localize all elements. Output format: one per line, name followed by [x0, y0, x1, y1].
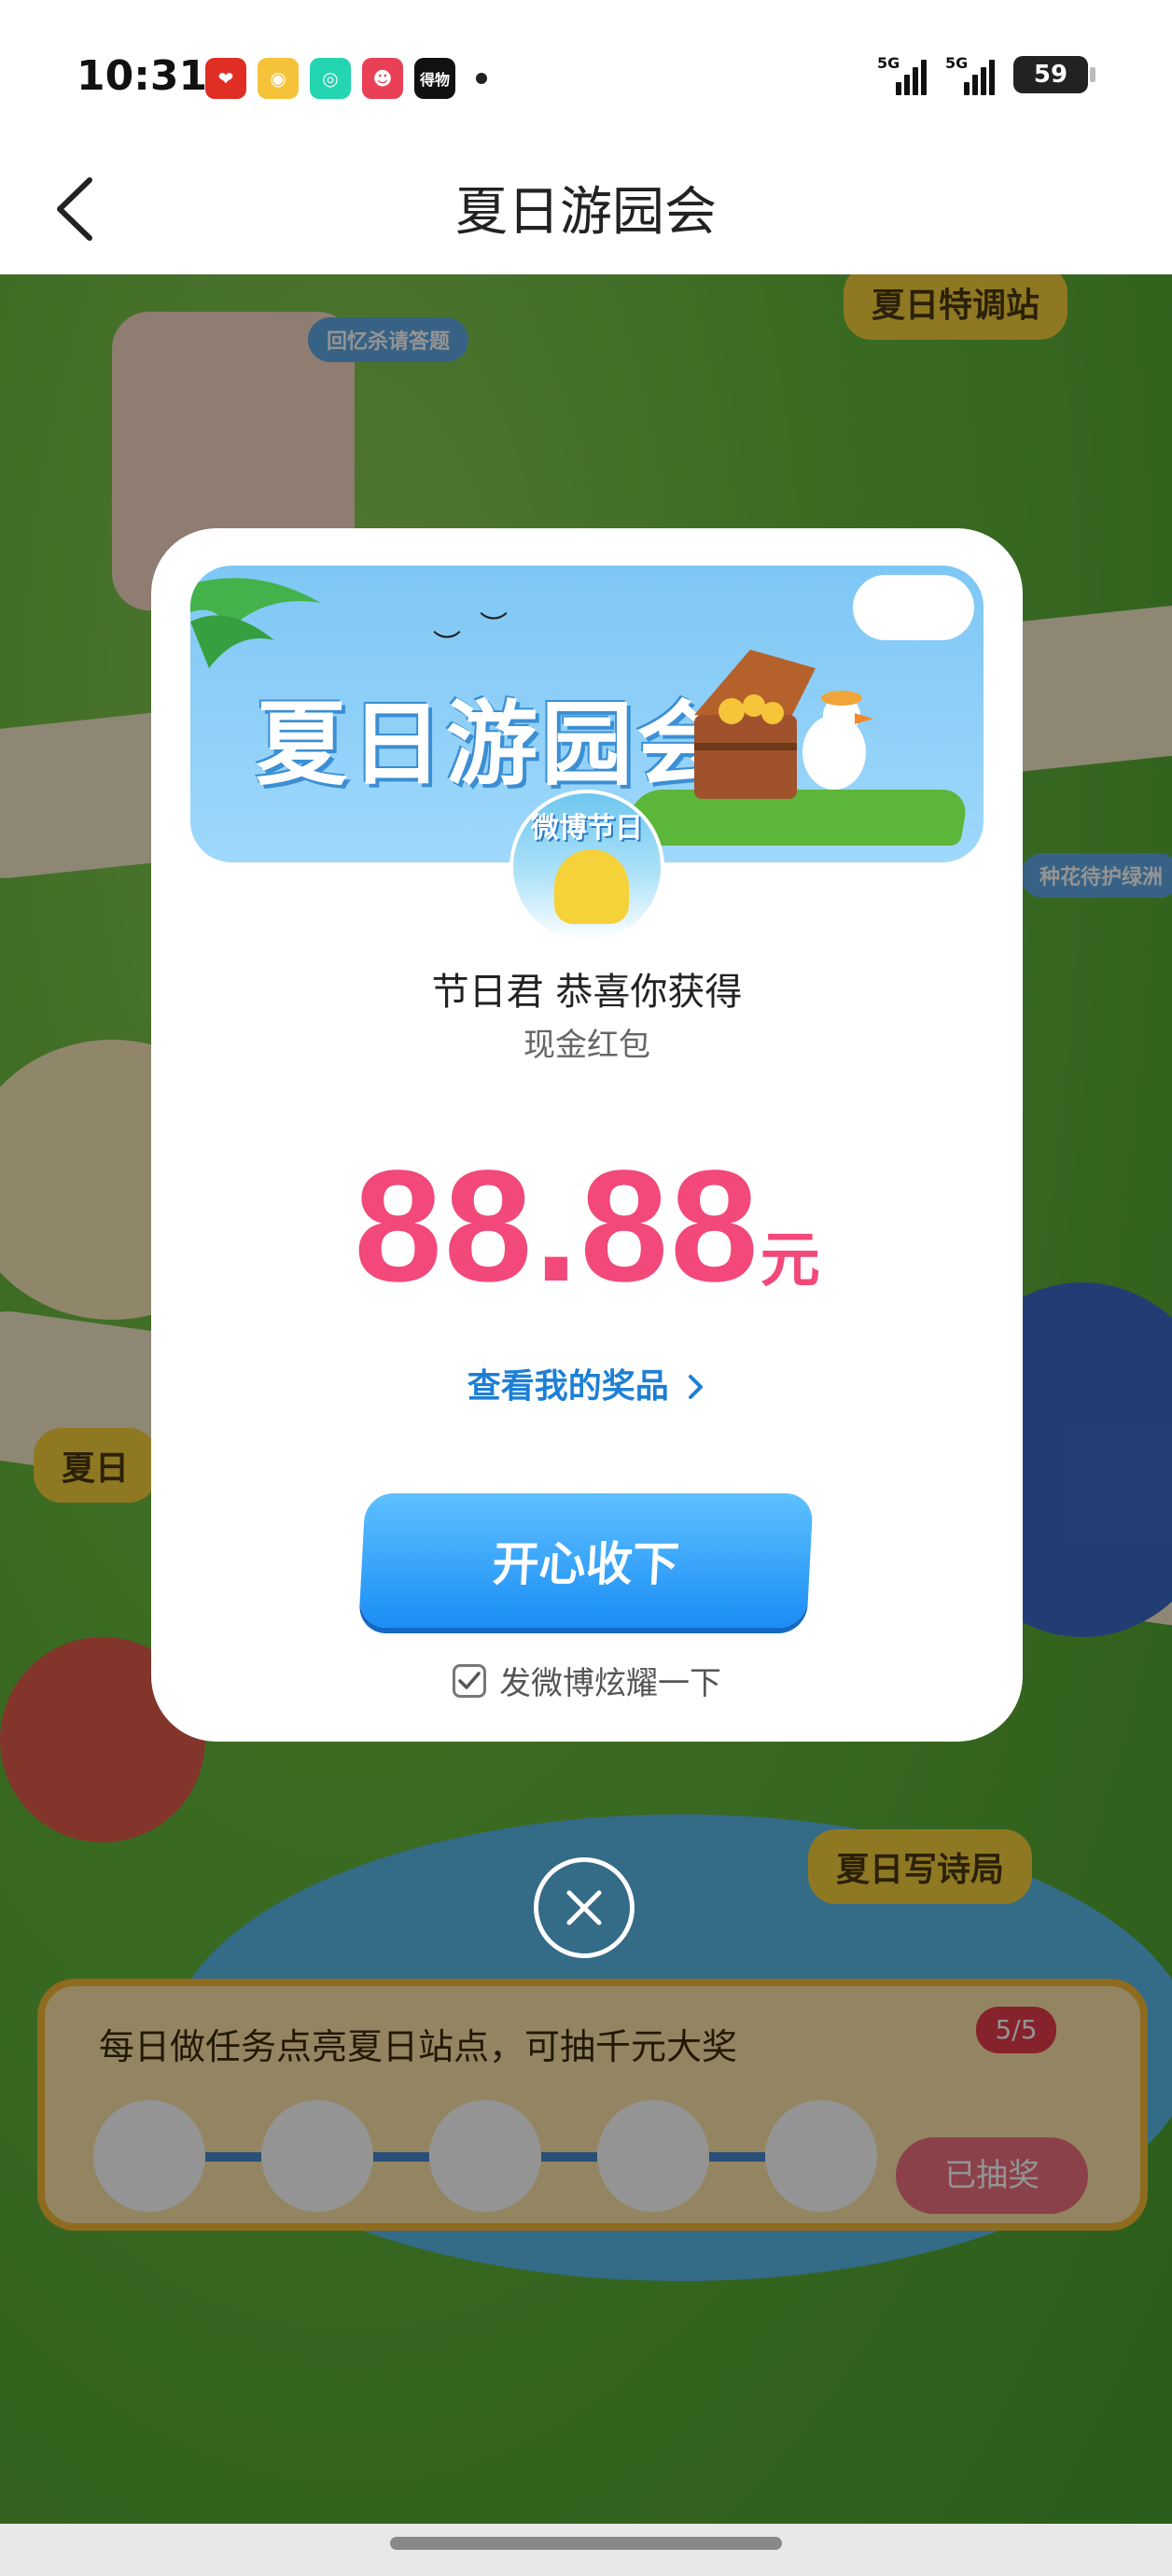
status-indicators: 5G 5G 59: [877, 54, 1095, 95]
status-time: 10:31: [77, 52, 208, 100]
reward-dialog: ︶ ︶ 夏日游园会 微博节日 节日君 恭喜你获得 现金红包 88.88元 查看我…: [151, 528, 1023, 1742]
share-label: 发微博炫耀一下: [499, 1665, 721, 1702]
weibo-icon: ◉: [258, 58, 299, 99]
home-indicator[interactable]: [390, 2537, 782, 2550]
mascot-icon: [554, 849, 629, 924]
bird-icon: ︶: [480, 610, 508, 643]
battery-icon: 59: [1013, 56, 1095, 93]
dewu-icon: 得物: [414, 58, 455, 99]
game-app-icon: ☻: [362, 58, 403, 99]
bird-icon: ︶: [433, 629, 461, 662]
system-nav-bar: [0, 2524, 1172, 2576]
camera-app-icon: ◎: [310, 58, 351, 99]
page-title: 夏日游园会: [455, 182, 717, 243]
view-prizes-link[interactable]: 查看我的奖品: [151, 1359, 1023, 1407]
status-bar: 10:31 ❤ ◉ ◎ ☻ 得物 5G 5G 59: [0, 0, 1172, 149]
chevron-right-icon: [689, 1375, 704, 1399]
more-notifications-dot: [476, 73, 487, 84]
battery-level: 59: [1033, 61, 1068, 89]
network-type-label: 5G: [945, 54, 969, 72]
accept-button-label: 开心收下: [491, 1537, 681, 1591]
accept-button[interactable]: 开心收下: [358, 1493, 814, 1628]
check-icon: [458, 1671, 481, 1689]
share-option[interactable]: 发微博炫耀一下: [151, 1658, 1023, 1703]
avatar-label: 微博节日: [531, 812, 643, 845]
congrats-text: 节日君 恭喜你获得: [431, 971, 743, 1014]
signal-icon: 5G: [877, 54, 927, 95]
nav-bar: 夏日游园会: [0, 149, 1172, 274]
banner-title: 夏日游园会: [256, 692, 732, 798]
pinduoduo-icon: ❤: [205, 58, 246, 99]
avatar: 微博节日: [509, 790, 664, 945]
network-type-label: 5G: [877, 54, 900, 72]
notification-icons: ❤ ◉ ◎ ☻ 得物: [205, 58, 487, 99]
palm-leaf-icon: [190, 578, 321, 668]
amount-value: 88.88: [354, 1138, 760, 1315]
share-checkbox[interactable]: [453, 1663, 486, 1698]
close-button[interactable]: [534, 1857, 635, 1958]
signal-icon: 5G: [945, 54, 995, 95]
prize-type: 现金红包: [523, 1027, 650, 1064]
close-icon: [566, 1890, 602, 1925]
prize-amount: 88.88元: [151, 1135, 1023, 1318]
view-prizes-label: 查看我的奖品: [467, 1367, 669, 1406]
amount-unit: 元: [760, 1226, 820, 1295]
treasure-chest-icon: [694, 650, 873, 799]
